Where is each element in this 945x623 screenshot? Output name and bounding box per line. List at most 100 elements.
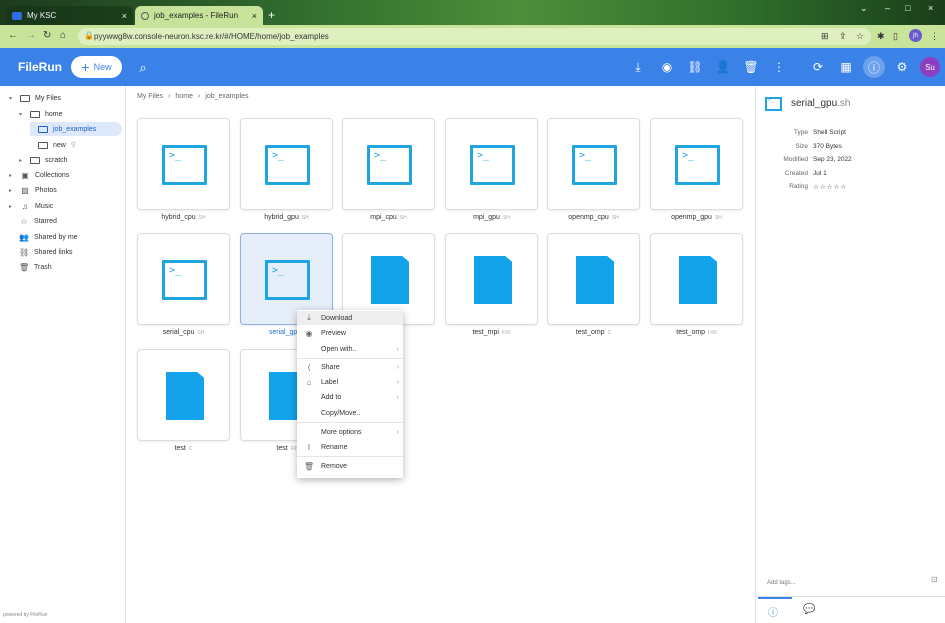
- gear-icon[interactable]: ⚙: [894, 60, 910, 74]
- menu-item-label[interactable]: ⌂ Label ›: [297, 375, 403, 389]
- breadcrumb-home[interactable]: home: [175, 93, 193, 100]
- file-card[interactable]: >_: [445, 118, 538, 210]
- chevron-right-icon[interactable]: ▸: [9, 187, 15, 194]
- file-card[interactable]: [650, 233, 743, 325]
- add-user-icon[interactable]: 👤: [715, 60, 731, 74]
- comments-tab-icon[interactable]: 💬: [803, 604, 815, 615]
- extensions-icon[interactable]: ✱: [877, 31, 885, 42]
- file-name-label[interactable]: serial_cpu SH: [137, 329, 230, 336]
- file-card[interactable]: >_: [137, 233, 230, 325]
- file-card[interactable]: >_: [547, 118, 640, 210]
- browser-profile-avatar[interactable]: jh: [909, 29, 922, 42]
- grid-view-icon[interactable]: ▦: [838, 60, 854, 74]
- menu-item-share[interactable]: ⟨ Share ›: [297, 360, 403, 374]
- menu-item-add-to[interactable]: Add to ›: [297, 390, 403, 404]
- tab-job-examples[interactable]: job_examples - FileRun ×: [135, 6, 263, 25]
- file-name-label[interactable]: openmp_gpu SH: [650, 214, 743, 221]
- close-icon[interactable]: ×: [122, 11, 127, 21]
- download-icon[interactable]: ⤓: [630, 60, 646, 75]
- rating-stars[interactable]: ☆☆☆☆☆: [813, 183, 847, 191]
- chevron-down-icon[interactable]: ▾: [19, 111, 25, 118]
- tab-search-icon[interactable]: ⌄: [860, 3, 868, 14]
- sidebar-item-shared-links[interactable]: ⛓ Shared links: [19, 245, 73, 259]
- sidebar-item-home[interactable]: ▾ home: [19, 107, 63, 121]
- info-tab-icon[interactable]: ⓘ: [768, 604, 778, 619]
- brand-logo[interactable]: FileRun: [18, 60, 62, 74]
- window-close-button[interactable]: ×: [928, 3, 933, 13]
- menu-item-preview[interactable]: ◉ Preview: [297, 326, 403, 340]
- sidebar-item-my-files[interactable]: ▾ My Files: [9, 91, 61, 105]
- translate-icon[interactable]: ⊞: [821, 31, 829, 42]
- search-icon[interactable]: ⌕: [135, 60, 151, 76]
- close-icon[interactable]: ×: [252, 11, 257, 21]
- sidebar-item-job-examples[interactable]: job_examples: [30, 122, 122, 136]
- share-page-icon[interactable]: ⇪: [839, 31, 847, 42]
- home-icon[interactable]: ⌂: [60, 30, 66, 41]
- file-name-label[interactable]: mpi_gpu SH: [445, 214, 538, 221]
- menu-item-copy-move[interactable]: Copy/Move..: [297, 406, 403, 420]
- add-tags-input[interactable]: Add tags...: [767, 580, 796, 586]
- sidebar-item-new[interactable]: new ⚲: [38, 138, 76, 152]
- maximize-button[interactable]: □: [905, 3, 910, 13]
- info-icon[interactable]: ⓘ: [863, 56, 885, 78]
- eye-icon[interactable]: ◉: [659, 60, 675, 74]
- browser-menu-icon[interactable]: ⋮: [930, 31, 939, 42]
- file-name-label[interactable]: test C: [137, 445, 230, 452]
- sidebar-item-collections[interactable]: ▸ ▣ Collections: [9, 168, 69, 182]
- file-name-label[interactable]: openmp_cpu SH: [547, 214, 640, 221]
- file-name-label[interactable]: hybrid_gpu SH: [240, 214, 333, 221]
- file-name-label[interactable]: hybrid_cpu SH: [137, 214, 230, 221]
- sidebar-item-starred[interactable]: ☆ Starred: [19, 214, 57, 228]
- more-icon[interactable]: ⋮: [771, 60, 787, 74]
- chevron-down-icon[interactable]: ▾: [9, 95, 15, 102]
- menu-item-download[interactable]: ⤓ Download: [297, 311, 403, 325]
- file-card[interactable]: [547, 233, 640, 325]
- chevron-right-icon[interactable]: ▸: [19, 157, 25, 164]
- breadcrumb-my-files[interactable]: My Files: [137, 93, 163, 100]
- file-card[interactable]: >_: [240, 118, 333, 210]
- file-name-label[interactable]: mpi_cpu SH: [342, 214, 435, 221]
- refresh-icon[interactable]: ⟳: [810, 60, 826, 74]
- file-card[interactable]: [445, 233, 538, 325]
- tab-my-ksc[interactable]: My KSC ×: [6, 6, 133, 25]
- sidebar-item-scratch[interactable]: ▸ scratch: [19, 153, 68, 167]
- trash-icon[interactable]: 🗑: [743, 60, 759, 74]
- chevron-right-icon[interactable]: ▸: [9, 172, 15, 179]
- link-icon[interactable]: ⛓: [687, 60, 703, 74]
- new-button[interactable]: + New: [71, 56, 122, 78]
- menu-item-remove[interactable]: 🗑 Remove: [297, 459, 403, 473]
- file-card[interactable]: >_: [342, 118, 435, 210]
- file-name-label[interactable]: test_mpi F90: [445, 329, 538, 336]
- file-name-label[interactable]: test_omp F90: [650, 329, 743, 336]
- details-ext-text: .sh: [837, 98, 851, 109]
- sidebar-item-label: Shared by me: [34, 233, 78, 241]
- forward-icon[interactable]: →: [26, 30, 36, 41]
- file-name-label[interactable]: test_omp C: [547, 329, 640, 336]
- minimize-button[interactable]: –: [885, 3, 890, 13]
- menu-item-more-options[interactable]: More options ›: [297, 425, 403, 439]
- chevron-right-icon: ›: [396, 393, 399, 401]
- sidebar-item-trash[interactable]: 🗑 Trash: [19, 260, 52, 274]
- file-card[interactable]: [137, 349, 230, 441]
- reload-icon[interactable]: ↻: [43, 30, 51, 41]
- terminal-file-icon: >_: [265, 145, 310, 185]
- menu-item-rename[interactable]: I Rename: [297, 440, 403, 454]
- back-icon[interactable]: ←: [8, 30, 18, 41]
- user-avatar[interactable]: Su: [920, 57, 940, 77]
- sidebar-item-photos[interactable]: ▸ ▨ Photos: [9, 183, 57, 197]
- file-ext: SH: [611, 215, 619, 221]
- file-card[interactable]: >_: [650, 118, 743, 210]
- file-card[interactable]: >_: [137, 118, 230, 210]
- menu-item-open-with[interactable]: Open with.. ›: [297, 342, 403, 356]
- bookmark-star-icon[interactable]: ☆: [856, 31, 864, 42]
- new-tab-button[interactable]: +: [268, 8, 275, 22]
- file-name: test: [276, 445, 288, 452]
- download-icon: ⤓: [307, 313, 311, 322]
- chevron-right-icon[interactable]: ▸: [9, 203, 15, 210]
- url-field[interactable]: 🔒 pyywwg8w.console-neuron.ksc.re.kr/#/HO…: [78, 28, 871, 45]
- breadcrumb-job-examples[interactable]: job_examples: [205, 93, 248, 100]
- tag-edit-icon[interactable]: ⊡: [931, 575, 938, 584]
- sidebar-item-shared-by-me[interactable]: 👥 Shared by me: [19, 230, 78, 244]
- sidepanel-icon[interactable]: ▯: [893, 31, 898, 42]
- sidebar-item-music[interactable]: ▸ ♫ Music: [9, 199, 53, 213]
